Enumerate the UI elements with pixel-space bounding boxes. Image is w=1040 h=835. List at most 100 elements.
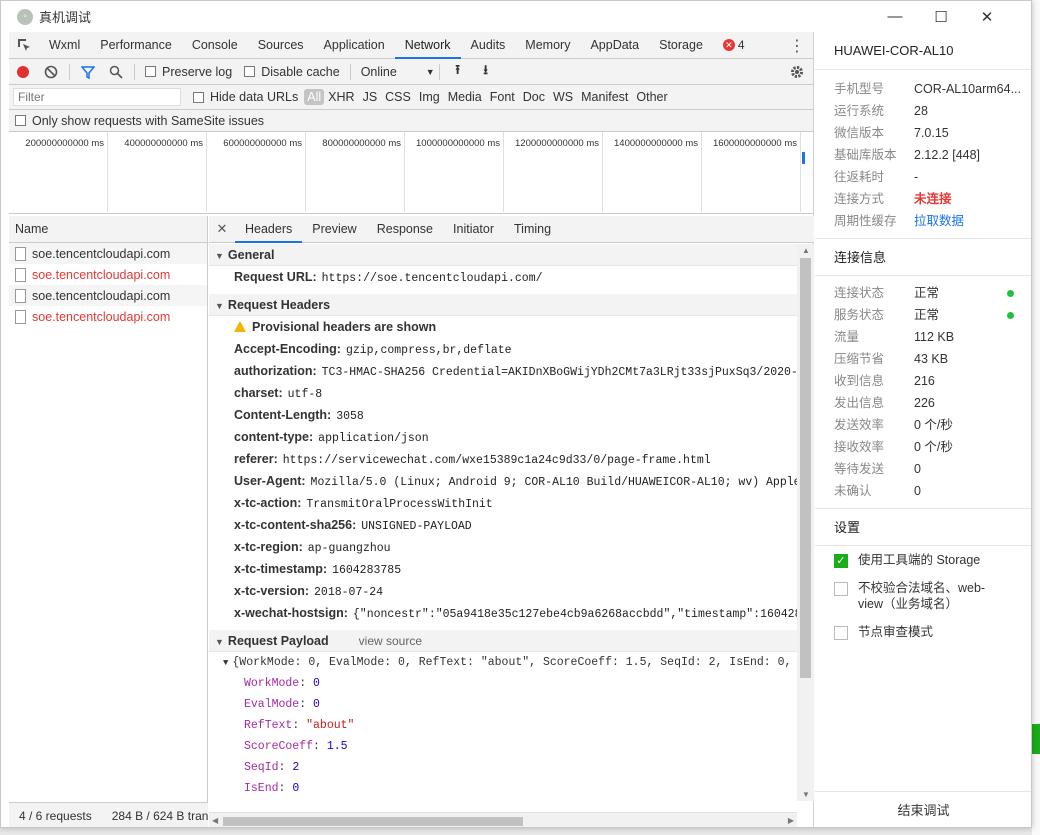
header-value: TC3-HMAC-SHA256 Credential=AKIDnXBoGWijY… bbox=[321, 366, 797, 379]
file-icon bbox=[15, 267, 26, 282]
request-headers-section-header[interactable]: ▼ Request Headers bbox=[209, 294, 797, 316]
connection-row: 未确认 0 bbox=[815, 480, 1031, 502]
network-overview-timeline[interactable]: 200000000000 ms 400000000000 ms 6000000000… bbox=[9, 132, 813, 214]
request-row[interactable]: soe.tencentcloudapi.com bbox=[9, 306, 207, 327]
device-info-row: 手机型号 COR-AL10arm64... bbox=[815, 78, 1031, 100]
filter-input[interactable] bbox=[13, 88, 181, 106]
throttling-select[interactable]: Online ▼ bbox=[361, 65, 435, 79]
request-details: ✕ Headers Preview Response Initiator Timing … bbox=[209, 216, 814, 827]
header-row: x-tc-version: 2018-07-24 bbox=[209, 580, 797, 602]
tab-storage[interactable]: Storage bbox=[649, 32, 713, 59]
search-icon bbox=[109, 65, 123, 79]
preserve-log-checkbox[interactable]: Preserve log bbox=[145, 65, 232, 79]
filter-type-ws[interactable]: WS bbox=[549, 90, 577, 104]
tab-appdata[interactable]: AppData bbox=[580, 32, 649, 59]
setting-label: 节点审查模式 bbox=[858, 625, 934, 639]
tab-sources[interactable]: Sources bbox=[248, 32, 314, 59]
network-settings-button[interactable] bbox=[783, 59, 811, 85]
detail-tab-initiator[interactable]: Initiator bbox=[443, 216, 504, 243]
error-badge[interactable]: ✕ 4 bbox=[722, 38, 745, 52]
payload-key: SeqId bbox=[244, 761, 279, 774]
clear-button[interactable] bbox=[37, 59, 65, 85]
filter-type-doc[interactable]: Doc bbox=[519, 90, 549, 104]
payload-summary[interactable]: ▼ {WorkMode: 0, EvalMode: 0, RefText: "ab… bbox=[209, 652, 797, 673]
close-button[interactable]: ✕ bbox=[964, 1, 1010, 32]
gear-icon bbox=[791, 65, 803, 78]
header-row: referer: https://servicewechat.com/wxe153… bbox=[209, 448, 797, 470]
timeline-tick-label: 1400000000000 ms bbox=[603, 132, 702, 212]
window-title: 真机调试 bbox=[39, 10, 92, 25]
request-name: soe.tencentcloudapi.com bbox=[32, 267, 171, 282]
request-name: soe.tencentcloudapi.com bbox=[32, 288, 171, 303]
samesite-bar: Only show requests with SameSite issues bbox=[9, 110, 813, 132]
header-row: x-tc-action: TransmitOralProcessWithInit bbox=[209, 492, 797, 514]
filter-type-css[interactable]: CSS bbox=[381, 90, 415, 104]
request-list: Name soe.tencentcloudapi.com soe.tencentc… bbox=[9, 216, 208, 827]
pull-data-link[interactable]: 拉取数据 bbox=[914, 210, 964, 232]
more-options-icon[interactable]: ⋮ bbox=[789, 36, 805, 56]
filter-type-img[interactable]: Img bbox=[415, 90, 444, 104]
filter-type-js[interactable]: JS bbox=[359, 90, 382, 104]
disable-cache-checkbox[interactable]: Disable cache bbox=[244, 65, 340, 79]
minimize-button[interactable]: — bbox=[872, 1, 918, 32]
samesite-checkbox[interactable]: Only show requests with SameSite issues bbox=[15, 114, 264, 128]
conn-value: 0 个/秒 bbox=[914, 440, 953, 454]
hide-data-urls-checkbox[interactable]: Hide data URLs bbox=[193, 90, 298, 104]
header-key: content-type: bbox=[234, 430, 314, 444]
export-har-button[interactable]: ⭳ bbox=[472, 59, 500, 85]
header-value: 3058 bbox=[336, 410, 364, 423]
device-info-row: 往返耗时 - bbox=[815, 166, 1031, 188]
request-row[interactable]: soe.tencentcloudapi.com bbox=[9, 243, 207, 264]
triangle-down-icon: ▼ bbox=[223, 658, 229, 668]
checkbox-icon bbox=[834, 626, 848, 640]
close-details-icon[interactable]: ✕ bbox=[209, 221, 235, 237]
tab-wxml[interactable]: Wxml bbox=[39, 32, 90, 59]
setting-checkbox[interactable]: 不校验合法域名、web-view（业务域名） bbox=[815, 580, 1031, 612]
maximize-button[interactable]: ☐ bbox=[918, 1, 964, 32]
detail-tab-preview[interactable]: Preview bbox=[302, 216, 366, 243]
filter-type-xhr[interactable]: XHR bbox=[324, 90, 358, 104]
inspect-element-icon[interactable] bbox=[9, 32, 39, 59]
view-source-link[interactable]: view source bbox=[359, 634, 422, 648]
filter-type-all[interactable]: All bbox=[304, 89, 325, 105]
filter-type-manifest[interactable]: Manifest bbox=[577, 90, 632, 104]
tab-application[interactable]: Application bbox=[314, 32, 395, 59]
tab-console[interactable]: Console bbox=[182, 32, 248, 59]
request-row[interactable]: soe.tencentcloudapi.com bbox=[9, 264, 207, 285]
timeline-marker bbox=[802, 152, 805, 164]
name-column-header[interactable]: Name bbox=[9, 216, 207, 243]
filter-type-font[interactable]: Font bbox=[486, 90, 519, 104]
detail-tab-response[interactable]: Response bbox=[367, 216, 443, 243]
connection-row: 收到信息 216 bbox=[815, 370, 1031, 392]
timeline-tick-label: 1000000000000 ms bbox=[405, 132, 504, 212]
conn-value: 0 bbox=[914, 484, 921, 498]
setting-checkbox[interactable]: ✓ 使用工具端的 Storage bbox=[815, 552, 1031, 568]
general-section-header[interactable]: ▼ General bbox=[209, 244, 797, 266]
connection-row: 发出信息 226 bbox=[815, 392, 1031, 414]
end-debug-button[interactable]: 结束调试 bbox=[815, 791, 1031, 827]
conn-key: 未确认 bbox=[834, 484, 872, 498]
detail-tab-timing[interactable]: Timing bbox=[504, 216, 561, 243]
filter-toggle-button[interactable] bbox=[74, 59, 102, 85]
payload-value: 2 bbox=[292, 761, 300, 774]
network-toolbar: Preserve log Disable cache Online ▼ ⭱ ⭳ bbox=[9, 59, 813, 85]
record-button[interactable] bbox=[9, 59, 37, 85]
tab-network[interactable]: Network bbox=[394, 32, 461, 59]
filter-type-media[interactable]: Media bbox=[444, 90, 486, 104]
payload-row: EvalMode: 0 bbox=[244, 698, 320, 711]
tab-audits[interactable]: Audits bbox=[461, 32, 516, 59]
conn-key: 流量 bbox=[834, 330, 860, 344]
request-row[interactable]: soe.tencentcloudapi.com bbox=[9, 285, 207, 306]
filter-type-other[interactable]: Other bbox=[632, 90, 671, 104]
vertical-scrollbar[interactable]: ▲ ▼ bbox=[797, 244, 814, 801]
import-har-button[interactable]: ⭱ bbox=[444, 59, 472, 85]
detail-tab-headers[interactable]: Headers bbox=[235, 216, 303, 243]
setting-checkbox[interactable]: 节点审查模式 bbox=[815, 624, 1031, 640]
device-info-row: 运行系统 28 bbox=[815, 100, 1031, 122]
search-button[interactable] bbox=[102, 59, 130, 85]
tab-memory[interactable]: Memory bbox=[515, 32, 580, 59]
tab-performance[interactable]: Performance bbox=[90, 32, 182, 59]
horizontal-scrollbar[interactable]: ◀ ▶ bbox=[209, 812, 797, 827]
connection-row: 服务状态 正常 bbox=[815, 304, 1031, 326]
request-payload-section-header[interactable]: ▼ Request Payload view source bbox=[209, 630, 797, 652]
